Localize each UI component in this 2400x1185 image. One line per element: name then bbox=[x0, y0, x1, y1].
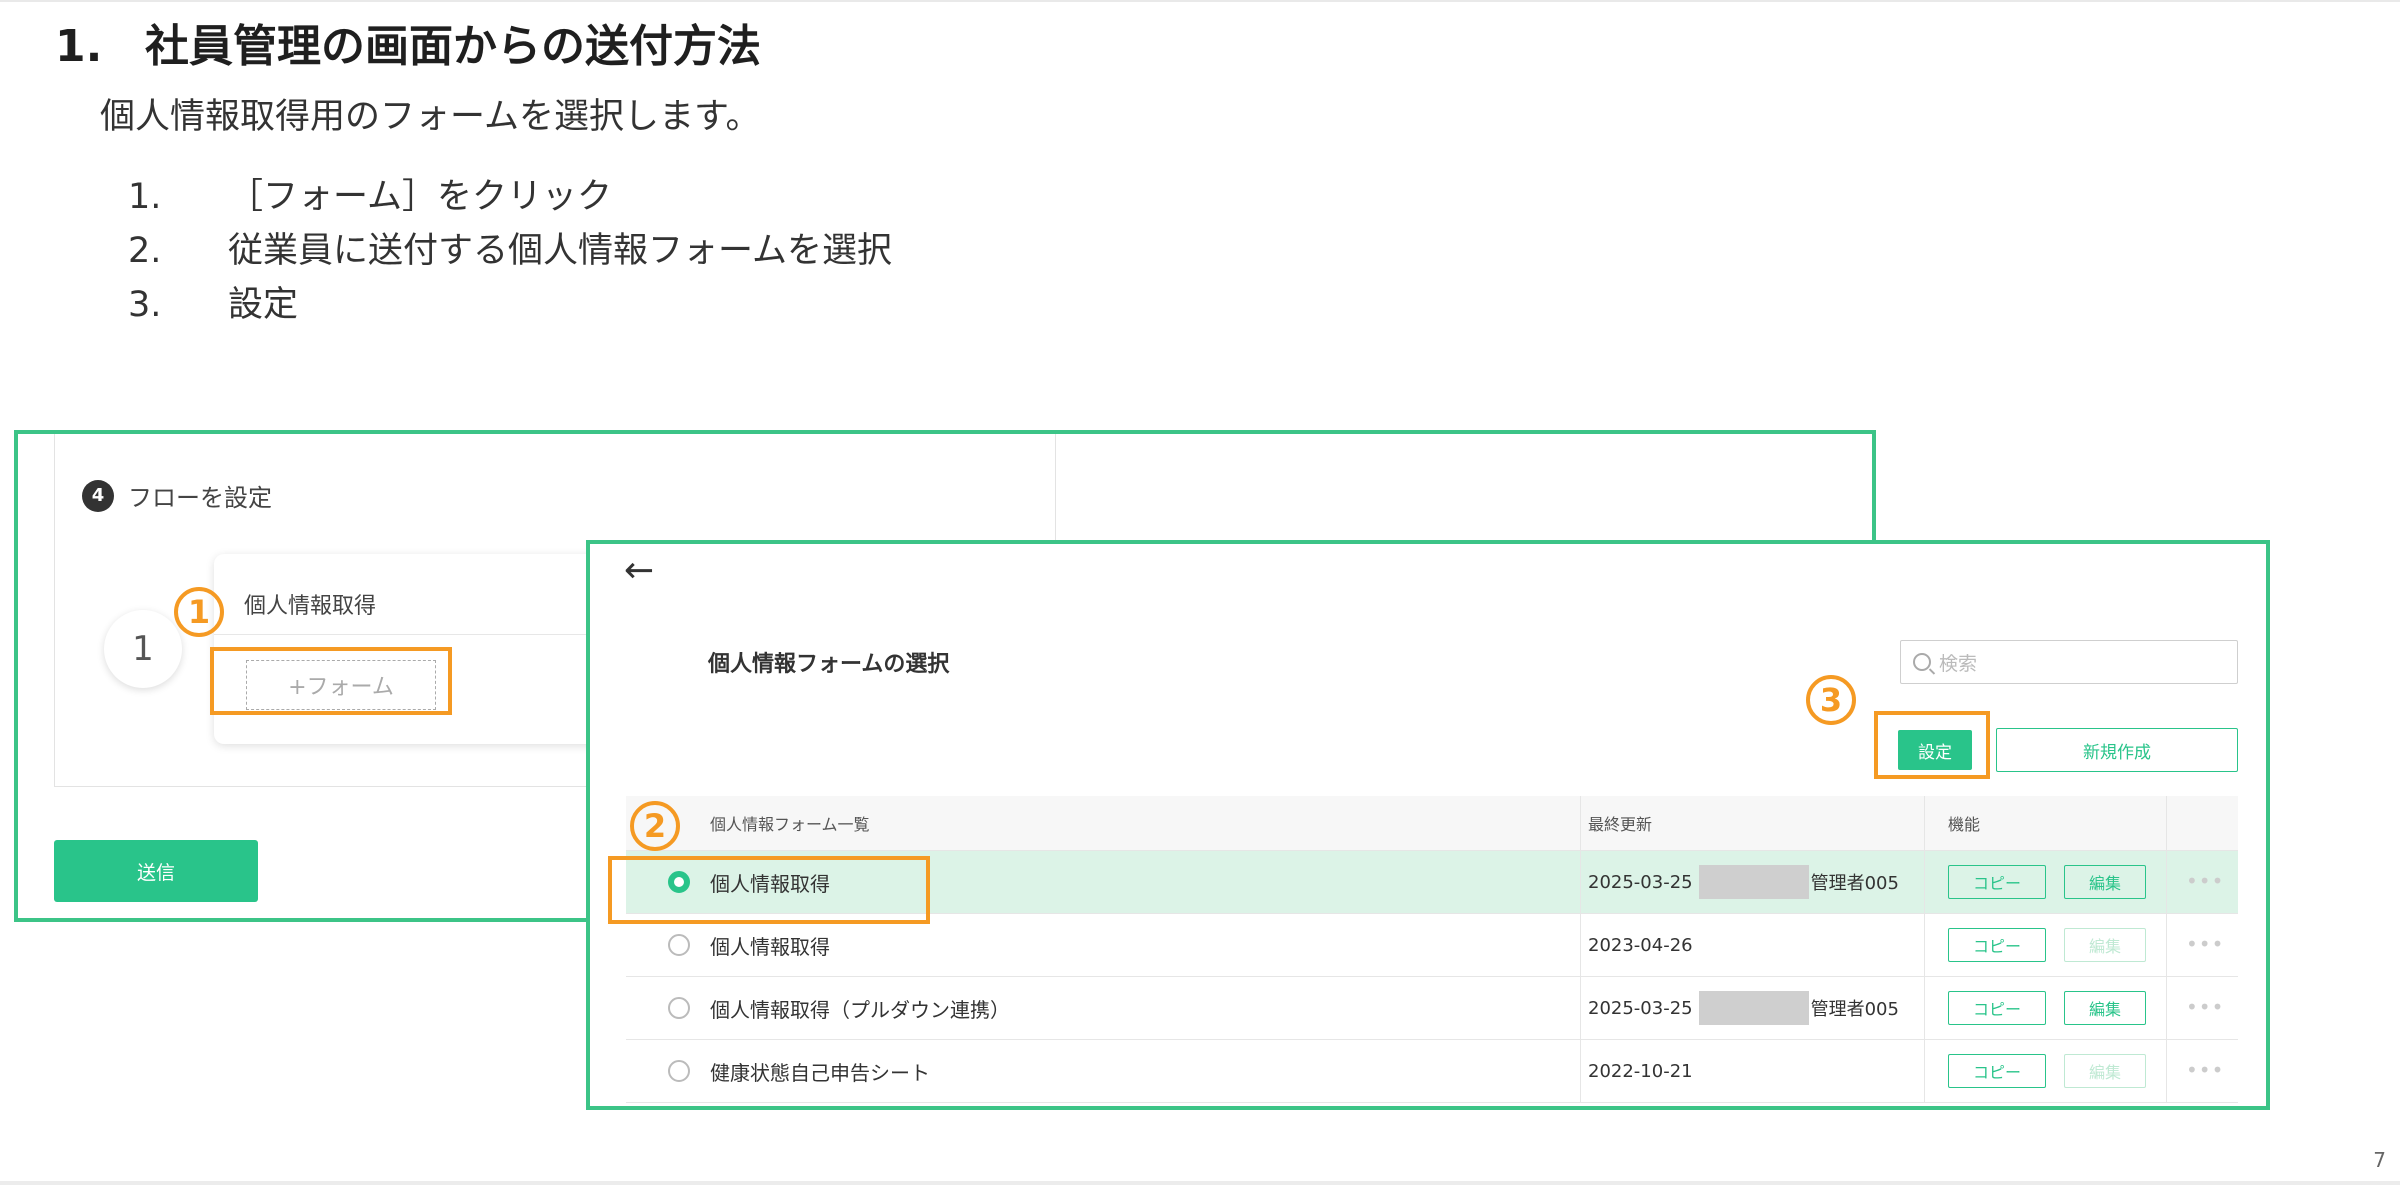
header-form-list: 個人情報フォーム一覧 bbox=[710, 815, 870, 834]
send-button[interactable]: 送信 bbox=[54, 840, 258, 902]
back-arrow-icon[interactable]: ← bbox=[624, 550, 654, 591]
copy-button[interactable]: コピー bbox=[1948, 928, 2046, 962]
more-icon[interactable]: ••• bbox=[2186, 932, 2224, 956]
radio-unselected[interactable] bbox=[668, 997, 690, 1019]
flow-index-circle: 1 bbox=[104, 610, 182, 688]
step-text: 設定 bbox=[228, 285, 299, 325]
highlight-set-button bbox=[1874, 711, 1990, 779]
table-row[interactable]: 健康状態自己申告シート 2022-10-21 コピー 編集 ••• bbox=[626, 1040, 2238, 1103]
slide-title-text: 社員管理の画面からの送付方法 bbox=[145, 21, 761, 72]
form-name: 健康状態自己申告シート bbox=[710, 1060, 930, 1085]
step-badge: 4 bbox=[82, 479, 114, 512]
step-text: 従業員に送付する個人情報フォームを選択 bbox=[228, 231, 892, 271]
slide-title-number: 1. bbox=[55, 21, 103, 72]
redacted-block bbox=[1698, 991, 1809, 1025]
update-date: 2025-03-25 bbox=[1588, 997, 1693, 1019]
flow-step-heading: 4 フローを設定 bbox=[82, 478, 272, 513]
step-item: 1. ［フォーム］をクリック bbox=[128, 168, 892, 222]
edit-button[interactable]: 編集 bbox=[2064, 991, 2146, 1025]
page-number: 7 bbox=[2373, 1148, 2386, 1172]
header-last-updated: 最終更新 bbox=[1588, 815, 1653, 834]
step-label: フローを設定 bbox=[128, 484, 272, 512]
form-name: 個人情報取得（プルダウン連携） bbox=[710, 997, 1010, 1022]
new-form-button[interactable]: 新規作成 bbox=[1996, 728, 2238, 772]
search-icon bbox=[1913, 653, 1931, 671]
search-placeholder: 検索 bbox=[1939, 652, 1978, 675]
search-input[interactable]: 検索 bbox=[1900, 640, 2238, 684]
step-number: 3. bbox=[128, 285, 162, 325]
copy-button[interactable]: コピー bbox=[1948, 1054, 2046, 1088]
table-row[interactable]: 個人情報取得（プルダウン連携） 2025-03-25 管理者005 コピー 編集 … bbox=[626, 977, 2238, 1040]
highlight-selected-row bbox=[608, 856, 930, 924]
updated-by: 管理者005 bbox=[1810, 999, 1899, 1020]
slide-title: 1. 社員管理の画面からの送付方法 bbox=[55, 10, 761, 74]
step-item: 3. 設定 bbox=[128, 276, 892, 330]
edit-button-disabled: 編集 bbox=[2064, 928, 2146, 962]
step-number: 1. bbox=[128, 177, 162, 217]
last-updated: 2025-03-25 管理者005 bbox=[1588, 977, 1899, 1039]
update-date: 2022-10-21 bbox=[1588, 1060, 1693, 1082]
last-updated: 2025-03-25 管理者005 bbox=[1588, 851, 1899, 913]
update-date: 2025-03-25 bbox=[1588, 871, 1693, 893]
bottom-rule bbox=[0, 1181, 2400, 1185]
edit-button-disabled: 編集 bbox=[2064, 1054, 2146, 1088]
form-select-title: 個人情報フォームの選択 bbox=[708, 652, 950, 677]
highlight-form-button bbox=[210, 647, 452, 715]
form-select-screenshot: ← 個人情報フォームの選択 検索 設定 新規作成 個人情報フォーム一覧 最終更新… bbox=[586, 540, 2270, 1110]
redacted-block bbox=[1698, 865, 1809, 899]
table-header-row: 個人情報フォーム一覧 最終更新 機能 bbox=[626, 796, 2238, 851]
more-icon[interactable]: ••• bbox=[2186, 995, 2224, 1019]
copy-button[interactable]: コピー bbox=[1948, 865, 2046, 899]
copy-button[interactable]: コピー bbox=[1948, 991, 2046, 1025]
radio-unselected[interactable] bbox=[668, 934, 690, 956]
step-text: ［フォーム］をクリック bbox=[228, 177, 612, 217]
top-rule bbox=[0, 0, 2400, 2]
radio-unselected[interactable] bbox=[668, 1060, 690, 1082]
marker-3: 3 bbox=[1806, 675, 1856, 725]
step-list: 1. ［フォーム］をクリック 2. 従業員に送付する個人情報フォームを選択 3. 設定 bbox=[128, 168, 892, 330]
flow-card-title: 個人情報取得 bbox=[244, 594, 377, 619]
more-icon[interactable]: ••• bbox=[2186, 869, 2224, 893]
last-updated: 2023-04-26 bbox=[1588, 914, 1693, 976]
more-icon[interactable]: ••• bbox=[2186, 1058, 2224, 1082]
step-item: 2. 従業員に送付する個人情報フォームを選択 bbox=[128, 222, 892, 276]
edit-button[interactable]: 編集 bbox=[2064, 865, 2146, 899]
last-updated: 2022-10-21 bbox=[1588, 1040, 1693, 1102]
lead-text: 個人情報取得用のフォームを選択します。 bbox=[100, 97, 761, 137]
update-date: 2023-04-26 bbox=[1588, 934, 1693, 956]
updated-by: 管理者005 bbox=[1810, 873, 1899, 894]
header-functions: 機能 bbox=[1948, 815, 1981, 834]
marker-2: 2 bbox=[630, 801, 680, 851]
form-table: 個人情報フォーム一覧 最終更新 機能 個人情報取得 2025-03-25 管理者0… bbox=[626, 796, 2238, 1103]
step-number: 2. bbox=[128, 231, 162, 271]
marker-1: 1 bbox=[174, 587, 224, 637]
